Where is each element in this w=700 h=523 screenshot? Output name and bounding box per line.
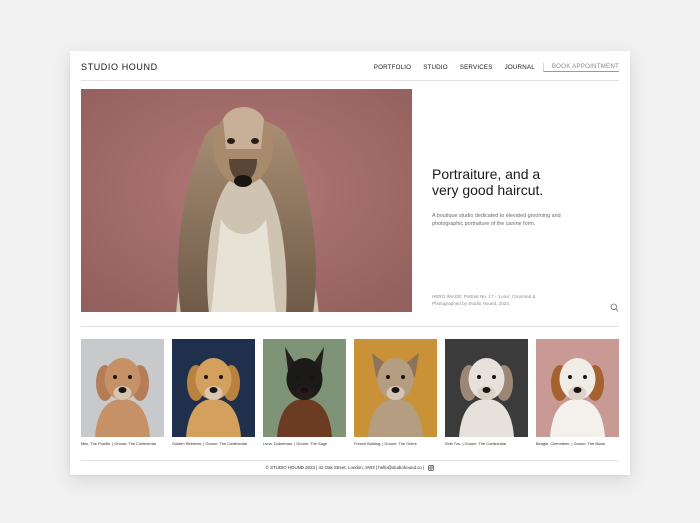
nav-portfolio[interactable]: PORTFOLIO <box>374 64 411 71</box>
gallery-caption: Golden Retriever. | Groom: The Continent… <box>172 441 247 446</box>
gallery-item-golden-retriever[interactable]: Golden Retriever. | Groom: The Continent… <box>172 339 255 446</box>
gallery-photo <box>536 339 619 437</box>
gallery-item-beagle[interactable]: Beagle, Chenoteen. | Groom: The Blush <box>536 339 619 446</box>
site-footer: © STUDIO HOUND 2023 | 42 Oak Street, Lon… <box>70 464 630 471</box>
gallery-item-poodle[interactable]: Milo, The Poodle. | Groom: The Continent… <box>81 339 164 446</box>
site-header: STUDIO HOUND PORTFOLIO STUDIO SERVICES J… <box>81 51 619 81</box>
afghan-hound-illustration <box>81 89 412 312</box>
hero-text-block: Portraiture, and a very good haircut. A … <box>432 166 612 228</box>
gallery-item-shih-tzu[interactable]: Shih Tzu. | Groom: The Continental <box>445 339 528 446</box>
main-nav: PORTFOLIO STUDIO SERVICES JOURNAL BOOK A… <box>362 63 619 72</box>
nav-services[interactable]: SERVICES <box>460 64 493 71</box>
footer-divider <box>81 460 619 461</box>
gallery-item-doberman[interactable]: Luna, Doberman. | Groom: The Sage <box>263 339 346 446</box>
hero-title-line1: Portraiture, and a <box>432 166 541 182</box>
instagram-icon[interactable] <box>428 465 435 471</box>
gallery-photo <box>172 339 255 437</box>
brand-logo[interactable]: STUDIO HOUND <box>81 62 158 72</box>
nav-journal[interactable]: JOURNAL <box>505 64 535 71</box>
hero-caption: HERO IMAGE: Portrait No. 17 - 'Luna', Gr… <box>432 294 536 306</box>
page-card: STUDIO HOUND PORTFOLIO STUDIO SERVICES J… <box>70 51 630 475</box>
section-divider <box>81 326 619 327</box>
hero-title-line2: very good haircut. <box>432 182 544 198</box>
portfolio-gallery: Milo, The Poodle. | Groom: The Continent… <box>81 339 619 449</box>
gallery-caption: Milo, The Poodle. | Groom: The Continent… <box>81 441 156 446</box>
gallery-caption: French Bulldog. | Groom: The Ochre <box>354 441 417 446</box>
hero-title: Portraiture, and a very good haircut. <box>432 166 612 198</box>
search-icon[interactable] <box>610 303 619 312</box>
gallery-caption: Beagle, Chenoteen. | Groom: The Blush <box>536 441 606 446</box>
book-appointment-link[interactable]: BOOK APPOINTMENT <box>542 63 619 72</box>
gallery-photo <box>81 339 164 437</box>
gallery-photo <box>445 339 528 437</box>
gallery-caption: Luna, Doberman. | Groom: The Sage <box>263 441 328 446</box>
nav-studio[interactable]: STUDIO <box>423 64 448 71</box>
gallery-caption: Shih Tzu. | Groom: The Continental <box>445 441 506 446</box>
footer-text: © STUDIO HOUND 2023 | 42 Oak Street, Lon… <box>265 465 425 470</box>
hero-image <box>81 89 412 312</box>
gallery-photo <box>354 339 437 437</box>
hero-subtitle: A boutique studio dedicated to elevated … <box>432 213 561 227</box>
gallery-item-french-bulldog[interactable]: French Bulldog. | Groom: The Ochre <box>354 339 437 446</box>
gallery-photo <box>263 339 346 437</box>
